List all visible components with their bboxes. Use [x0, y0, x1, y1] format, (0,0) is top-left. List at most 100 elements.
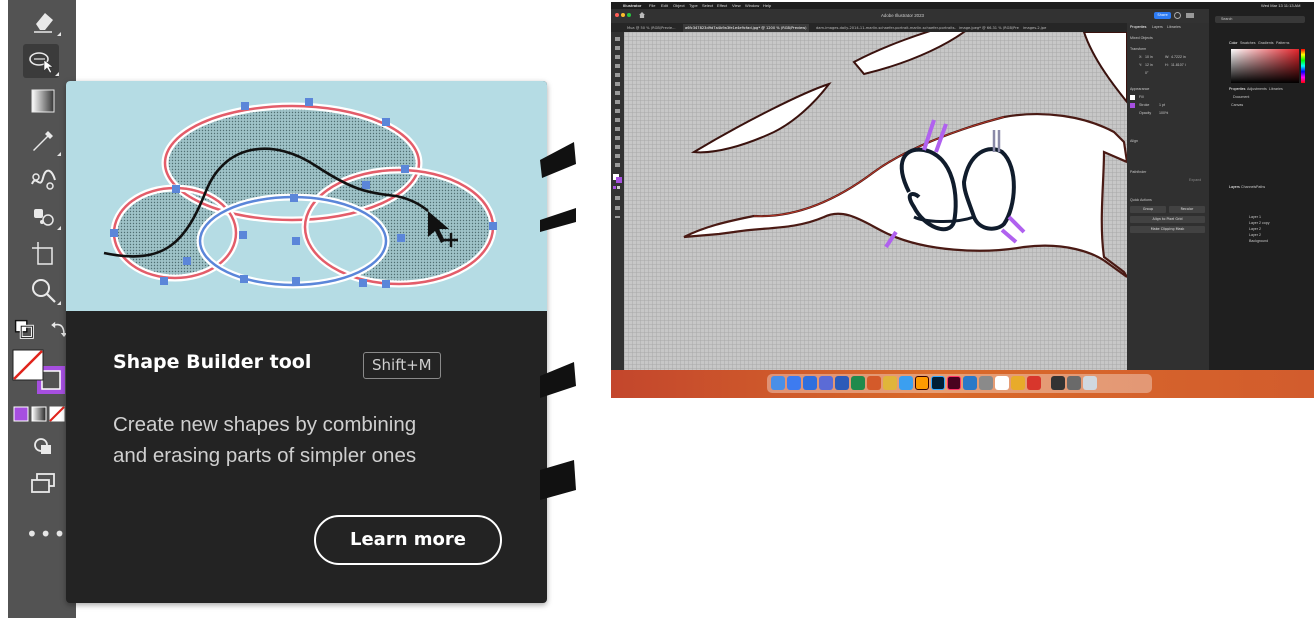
- doc-tab-active[interactable]: a6fc347823d9d7a4b9a3fe1e4e9cfad.jpg* @ 1…: [683, 24, 809, 32]
- ps-tab-color[interactable]: Color: [1229, 41, 1238, 46]
- tab-layers[interactable]: Layers: [1152, 25, 1163, 30]
- photoshop-icon[interactable]: [931, 376, 945, 390]
- ps-hue-slider[interactable]: [1301, 49, 1305, 83]
- ps-tab-gradients[interactable]: Gradients: [1258, 41, 1274, 46]
- menu-help[interactable]: Help: [763, 2, 771, 9]
- calendar-icon[interactable]: [995, 376, 1009, 390]
- window-thumbnail-icon[interactable]: [1051, 376, 1065, 390]
- fill-swatch[interactable]: [1130, 95, 1135, 100]
- ps-tab-libraries[interactable]: Libraries: [1269, 87, 1283, 92]
- opacity-field[interactable]: 100%: [1159, 111, 1168, 116]
- artboard-icon[interactable]: [25, 236, 61, 270]
- app-store-icon[interactable]: [963, 376, 977, 390]
- ps-layer[interactable]: Background: [1249, 239, 1268, 244]
- w-field[interactable]: 4.7222 in: [1171, 55, 1186, 60]
- draw-mode-icon[interactable]: [25, 430, 61, 464]
- illustrator-titlebar: Adobe Illustrator 2023 Share: [611, 9, 1209, 23]
- illustrator-toolbar: [611, 32, 624, 370]
- acrobat-icon[interactable]: [1027, 376, 1041, 390]
- ps-tab-patterns[interactable]: Patterns: [1276, 41, 1289, 46]
- color-mode-icons[interactable]: [12, 405, 70, 423]
- stroke-label[interactable]: Stroke: [1139, 103, 1149, 108]
- app-icon[interactable]: [883, 376, 897, 390]
- close-window-button[interactable]: [615, 13, 619, 17]
- symbol-sprayer-icon[interactable]: [25, 198, 61, 232]
- search-icon[interactable]: [1174, 12, 1181, 19]
- indesign-icon[interactable]: [947, 376, 961, 390]
- finder-icon[interactable]: [771, 376, 785, 390]
- group-button[interactable]: Group: [1130, 206, 1166, 213]
- gradient-icon[interactable]: [25, 84, 61, 118]
- blend-icon[interactable]: [25, 162, 61, 196]
- y-field[interactable]: 12 in: [1145, 63, 1153, 68]
- word-icon[interactable]: [835, 376, 849, 390]
- tooltip-description: Create new shapes by combining and erasi…: [113, 409, 513, 471]
- ps-layer[interactable]: Layer 2 copy: [1249, 221, 1270, 226]
- mail-icon[interactable]: [803, 376, 817, 390]
- more-tools-icon[interactable]: •••: [26, 524, 65, 544]
- menu-view[interactable]: View: [732, 2, 741, 9]
- ps-tab-channels[interactable]: Channels: [1241, 185, 1256, 190]
- shape-builder-icon[interactable]: [23, 44, 59, 78]
- menu-app[interactable]: Illustrator: [623, 2, 641, 9]
- ps-tab-adjustments[interactable]: Adjustments: [1247, 87, 1267, 92]
- menu-edit[interactable]: Edit: [661, 2, 668, 9]
- tab-properties[interactable]: Properties: [1130, 25, 1146, 30]
- safari-icon[interactable]: [787, 376, 801, 390]
- ps-color-picker[interactable]: [1231, 49, 1299, 83]
- illustrator-icon[interactable]: [915, 376, 929, 390]
- teams-icon[interactable]: [819, 376, 833, 390]
- share-button[interactable]: Share: [1154, 12, 1171, 19]
- tab-libraries[interactable]: Libraries: [1167, 25, 1181, 30]
- eraser-icon[interactable]: [25, 4, 61, 38]
- ps-tab-layers[interactable]: Layers: [1229, 185, 1240, 190]
- recolor-button[interactable]: Recolor: [1169, 206, 1205, 213]
- make-clipping-mask-button[interactable]: Make Clipping Mask: [1130, 226, 1205, 233]
- ps-layer[interactable]: Layer 2: [1249, 233, 1261, 238]
- zoom-window-button[interactable]: [627, 13, 631, 17]
- ps-layer[interactable]: Layer 2: [1249, 227, 1261, 232]
- settings-icon[interactable]: [979, 376, 993, 390]
- excel-icon[interactable]: [851, 376, 865, 390]
- menu-window[interactable]: Window: [745, 2, 759, 9]
- ps-layer[interactable]: Layer 1: [1249, 215, 1261, 220]
- trash-icon[interactable]: [1083, 376, 1097, 390]
- x-field[interactable]: 10 in: [1145, 55, 1153, 60]
- fill-stroke-swatch[interactable]: [11, 348, 69, 398]
- ps-tab-swatches[interactable]: Swatches: [1240, 41, 1256, 46]
- menu-file[interactable]: File: [649, 2, 655, 9]
- artboard-canvas[interactable]: [624, 32, 1127, 370]
- home-icon[interactable]: [639, 12, 645, 18]
- workspace-icon[interactable]: [1186, 13, 1194, 18]
- minimize-window-button[interactable]: [621, 13, 625, 17]
- doc-tab[interactable]: dam-images-daily-2014-11-marlin-schaefer…: [816, 24, 956, 32]
- doc-tab[interactable]: image.jpeg* @ 66.31 % (RGB/Previe...: [959, 24, 1019, 32]
- default-fill-stroke-icon[interactable]: [10, 316, 38, 342]
- tooltip-title: Shape Builder tool: [113, 351, 312, 373]
- h-field[interactable]: 11.8107 i: [1171, 63, 1186, 68]
- quick-actions-heading: Quick Actions: [1130, 198, 1152, 202]
- doc-tab[interactable]: images-2.jpe: [1023, 24, 1053, 32]
- menu-type[interactable]: Type: [689, 2, 698, 9]
- align-pixel-grid-button[interactable]: Align to Pixel Grid: [1130, 216, 1205, 223]
- menu-select[interactable]: Select: [702, 2, 713, 9]
- zoom-icon[interactable]: [25, 273, 61, 307]
- stroke-weight-field[interactable]: 1 pt: [1159, 103, 1165, 108]
- expand-button[interactable]: Expand: [1189, 178, 1201, 183]
- downloads-icon[interactable]: [1067, 376, 1081, 390]
- app-icon[interactable]: [899, 376, 913, 390]
- ps-tab-paths[interactable]: Paths: [1256, 185, 1265, 190]
- opacity-label[interactable]: Opacity: [1139, 111, 1151, 116]
- powerpoint-icon[interactable]: [867, 376, 881, 390]
- ps-tab-properties[interactable]: Properties: [1229, 87, 1245, 92]
- learn-more-button[interactable]: Learn more: [314, 515, 502, 565]
- menu-effect[interactable]: Effect: [717, 2, 727, 9]
- doc-tab[interactable]: Mua @ 50 % (RGB/Previe...: [627, 24, 676, 32]
- window-title: Adobe Illustrator 2023: [881, 13, 924, 18]
- stroke-swatch[interactable]: [1130, 103, 1135, 108]
- angle-field[interactable]: 0°: [1145, 71, 1148, 76]
- screen-mode-icon[interactable]: [25, 466, 61, 500]
- eyedropper-icon[interactable]: [25, 124, 61, 158]
- menu-object[interactable]: Object: [673, 2, 685, 9]
- chrome-icon[interactable]: [1011, 376, 1025, 390]
